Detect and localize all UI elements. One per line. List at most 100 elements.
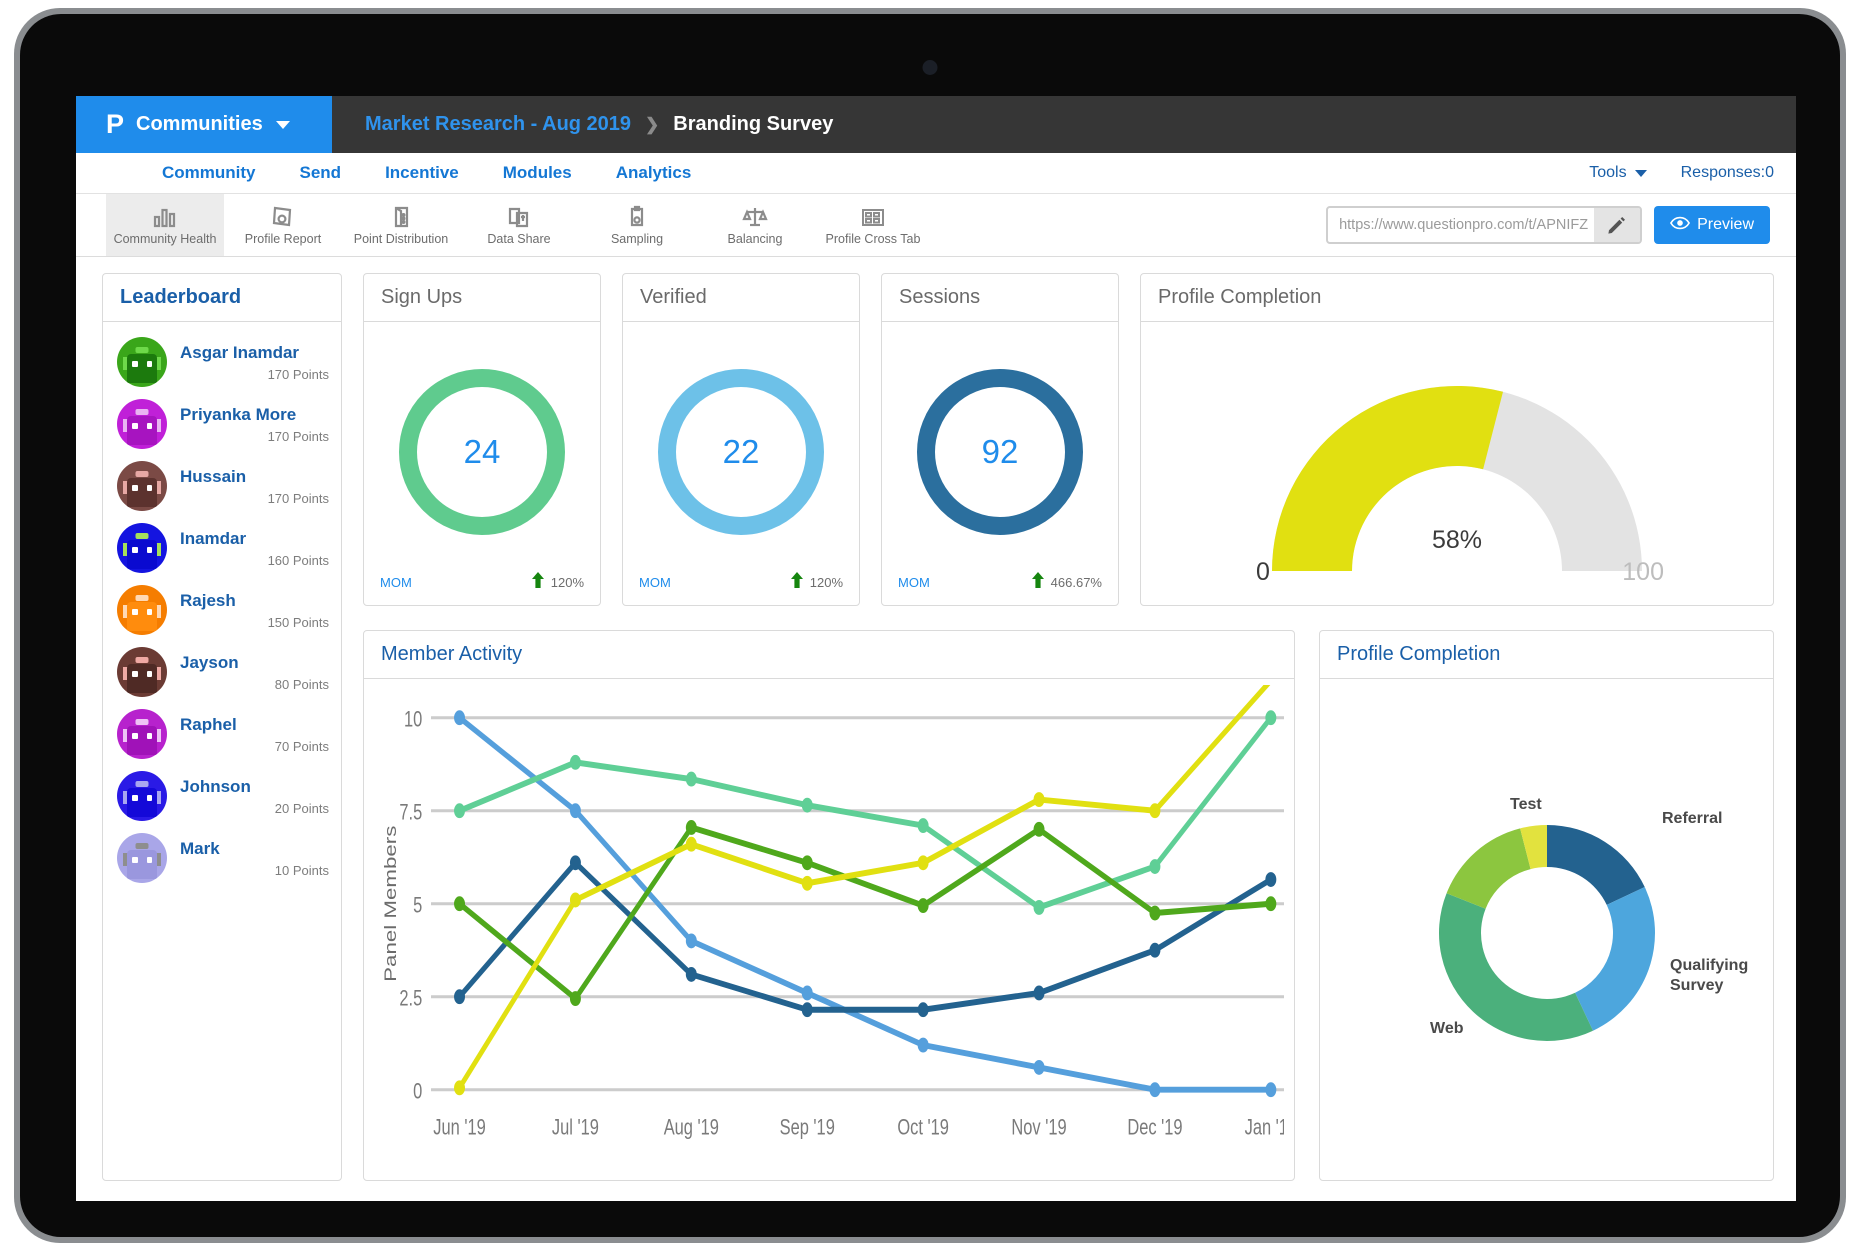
- survey-url-value: https://www.questionpro.com/t/APNIFZ: [1328, 217, 1594, 233]
- chevron-down-icon: [1635, 170, 1647, 177]
- kpi-footer: MOM 120%: [380, 572, 584, 593]
- leaderboard-row[interactable]: Rajesh150 Points: [103, 579, 341, 641]
- data-point: [454, 1080, 465, 1095]
- leaderboard-row[interactable]: Priyanka More170 Points: [103, 393, 341, 455]
- data-point: [1149, 1082, 1160, 1097]
- leaderboard-member-name[interactable]: Asgar Inamdar: [180, 343, 329, 363]
- toolbar-item-profile-cross-tab[interactable]: Profile Cross Tab: [814, 194, 932, 256]
- leaderboard-row[interactable]: Asgar Inamdar170 Points: [103, 331, 341, 393]
- questionpro-logo: P: [106, 111, 123, 138]
- kpi-donut-wrap: 24: [380, 332, 584, 572]
- toolbar-item-sampling[interactable]: Sampling: [578, 194, 696, 256]
- kpi-value: 22: [651, 362, 831, 542]
- leaderboard-row[interactable]: Inamdar 160 Points: [103, 517, 341, 579]
- data-point: [918, 818, 929, 833]
- data-point: [918, 855, 929, 870]
- y-tick-label: 7.5: [399, 800, 422, 825]
- leaderboard-member-name[interactable]: Mark: [180, 839, 329, 859]
- bottom-row: Member Activity Panel Members02.557.510J…: [363, 630, 1774, 1181]
- data-point: [1034, 900, 1045, 915]
- nav-item-send[interactable]: Send: [300, 163, 342, 183]
- leaderboard-member-points: 170 Points: [180, 491, 329, 506]
- pie-slice: [1446, 828, 1530, 908]
- data-point: [686, 933, 697, 948]
- communities-menu-button[interactable]: P Communities: [76, 96, 332, 153]
- leaderboard-row-info: Rajesh150 Points: [180, 591, 329, 630]
- toolbar-item-profile-report[interactable]: Profile Report: [224, 194, 342, 256]
- avatar: [117, 833, 167, 883]
- toolbar-label: Profile Cross Tab: [826, 232, 921, 246]
- nav-item-analytics[interactable]: Analytics: [616, 163, 692, 183]
- kpi-delta-value: 466.67%: [1051, 575, 1102, 590]
- leaderboard-row-info: Hussain 170 Points: [180, 467, 329, 506]
- breadcrumb-parent-link[interactable]: Market Research - Aug 2019: [365, 113, 631, 136]
- eye-icon: [1670, 216, 1690, 235]
- x-tick-label: Sep '19: [780, 1115, 835, 1140]
- preview-button[interactable]: Preview: [1654, 206, 1770, 244]
- y-tick-label: 2.5: [399, 986, 422, 1011]
- verified-donut-chart: 22: [651, 362, 831, 542]
- leaderboard-member-name[interactable]: Rajesh: [180, 591, 329, 611]
- toolbar-right-group: https://www.questionpro.com/t/APNIFZ: [1326, 194, 1796, 256]
- gauge-title: Profile Completion: [1158, 286, 1321, 309]
- nav-item-incentive[interactable]: Incentive: [385, 163, 459, 183]
- data-point: [454, 803, 465, 818]
- data-point: [454, 989, 465, 1004]
- leaderboard-row[interactable]: Raphel70 Points: [103, 703, 341, 765]
- toolbar-label: Sampling: [611, 232, 663, 246]
- breadcrumb-separator-icon: ❯: [645, 115, 659, 135]
- leaderboard-member-name[interactable]: Inamdar: [180, 529, 329, 549]
- kpi-delta: 120%: [531, 572, 584, 593]
- data-point: [1034, 986, 1045, 1001]
- y-axis-label: Panel Members: [382, 825, 400, 981]
- mom-label[interactable]: MOM: [898, 575, 930, 590]
- nav-right-group: Tools Responses:0: [1589, 164, 1774, 182]
- data-point: [802, 986, 813, 1001]
- data-point: [1149, 906, 1160, 921]
- toolbar-item-community-health[interactable]: Community Health: [106, 194, 224, 256]
- bar-chart-icon: [152, 205, 178, 229]
- leaderboard-column: Leaderboard Asgar Inamdar170 PointsPriya…: [102, 273, 342, 1181]
- data-point: [1265, 1082, 1276, 1097]
- leaderboard-list: Asgar Inamdar170 PointsPriyanka More170 …: [103, 322, 341, 893]
- leaderboard-row[interactable]: Jayson80 Points: [103, 641, 341, 703]
- avatar: [117, 585, 167, 635]
- data-point: [686, 772, 697, 787]
- arrow-up-icon: [1031, 572, 1045, 593]
- leaderboard-row-info: Johnson20 Points: [180, 777, 329, 816]
- leaderboard-member-name[interactable]: Raphel: [180, 715, 329, 735]
- gauge-min-label: 0: [1256, 558, 1270, 587]
- pencil-icon[interactable]: [1594, 208, 1640, 242]
- x-tick-label: Oct '19: [897, 1115, 949, 1140]
- mom-label[interactable]: MOM: [639, 575, 671, 590]
- tools-menu-button[interactable]: Tools: [1589, 164, 1646, 182]
- member-activity-card: Member Activity Panel Members02.557.510J…: [363, 630, 1295, 1181]
- nav-item-modules[interactable]: Modules: [503, 163, 572, 183]
- leaderboard-row[interactable]: Mark10 Points: [103, 827, 341, 889]
- preview-label: Preview: [1697, 216, 1754, 234]
- profile-completion-body: ReferralQualifyingSurveyWebTest: [1320, 679, 1773, 1180]
- survey-url-field[interactable]: https://www.questionpro.com/t/APNIFZ: [1326, 206, 1642, 244]
- y-tick-label: 10: [404, 707, 422, 732]
- profile-completion-title: Profile Completion: [1337, 643, 1500, 666]
- kpi-body: 22 MOM 120%: [623, 322, 859, 605]
- nav-item-community[interactable]: Community: [162, 163, 256, 183]
- sign-ups-donut-chart: 24: [392, 362, 572, 542]
- mom-label[interactable]: MOM: [380, 575, 412, 590]
- leaderboard-member-name[interactable]: Johnson: [180, 777, 329, 797]
- leaderboard-member-name[interactable]: Priyanka More: [180, 405, 329, 425]
- leaderboard-member-points: 160 Points: [180, 553, 329, 568]
- avatar: [117, 461, 167, 511]
- line-series: [460, 827, 1271, 998]
- toolbar-item-balancing[interactable]: Balancing: [696, 194, 814, 256]
- data-point: [570, 991, 581, 1006]
- leaderboard-member-name[interactable]: Jayson: [180, 653, 329, 673]
- data-point: [802, 798, 813, 813]
- leaderboard-row[interactable]: Hussain 170 Points: [103, 455, 341, 517]
- leaderboard-row[interactable]: Johnson20 Points: [103, 765, 341, 827]
- pie-slice-label: Web: [1430, 1020, 1464, 1037]
- tools-label: Tools: [1589, 164, 1626, 182]
- leaderboard-member-name[interactable]: Hussain: [180, 467, 329, 487]
- toolbar-item-point-distribution[interactable]: Point Distribution: [342, 194, 460, 256]
- toolbar-item-data-share[interactable]: Data Share: [460, 194, 578, 256]
